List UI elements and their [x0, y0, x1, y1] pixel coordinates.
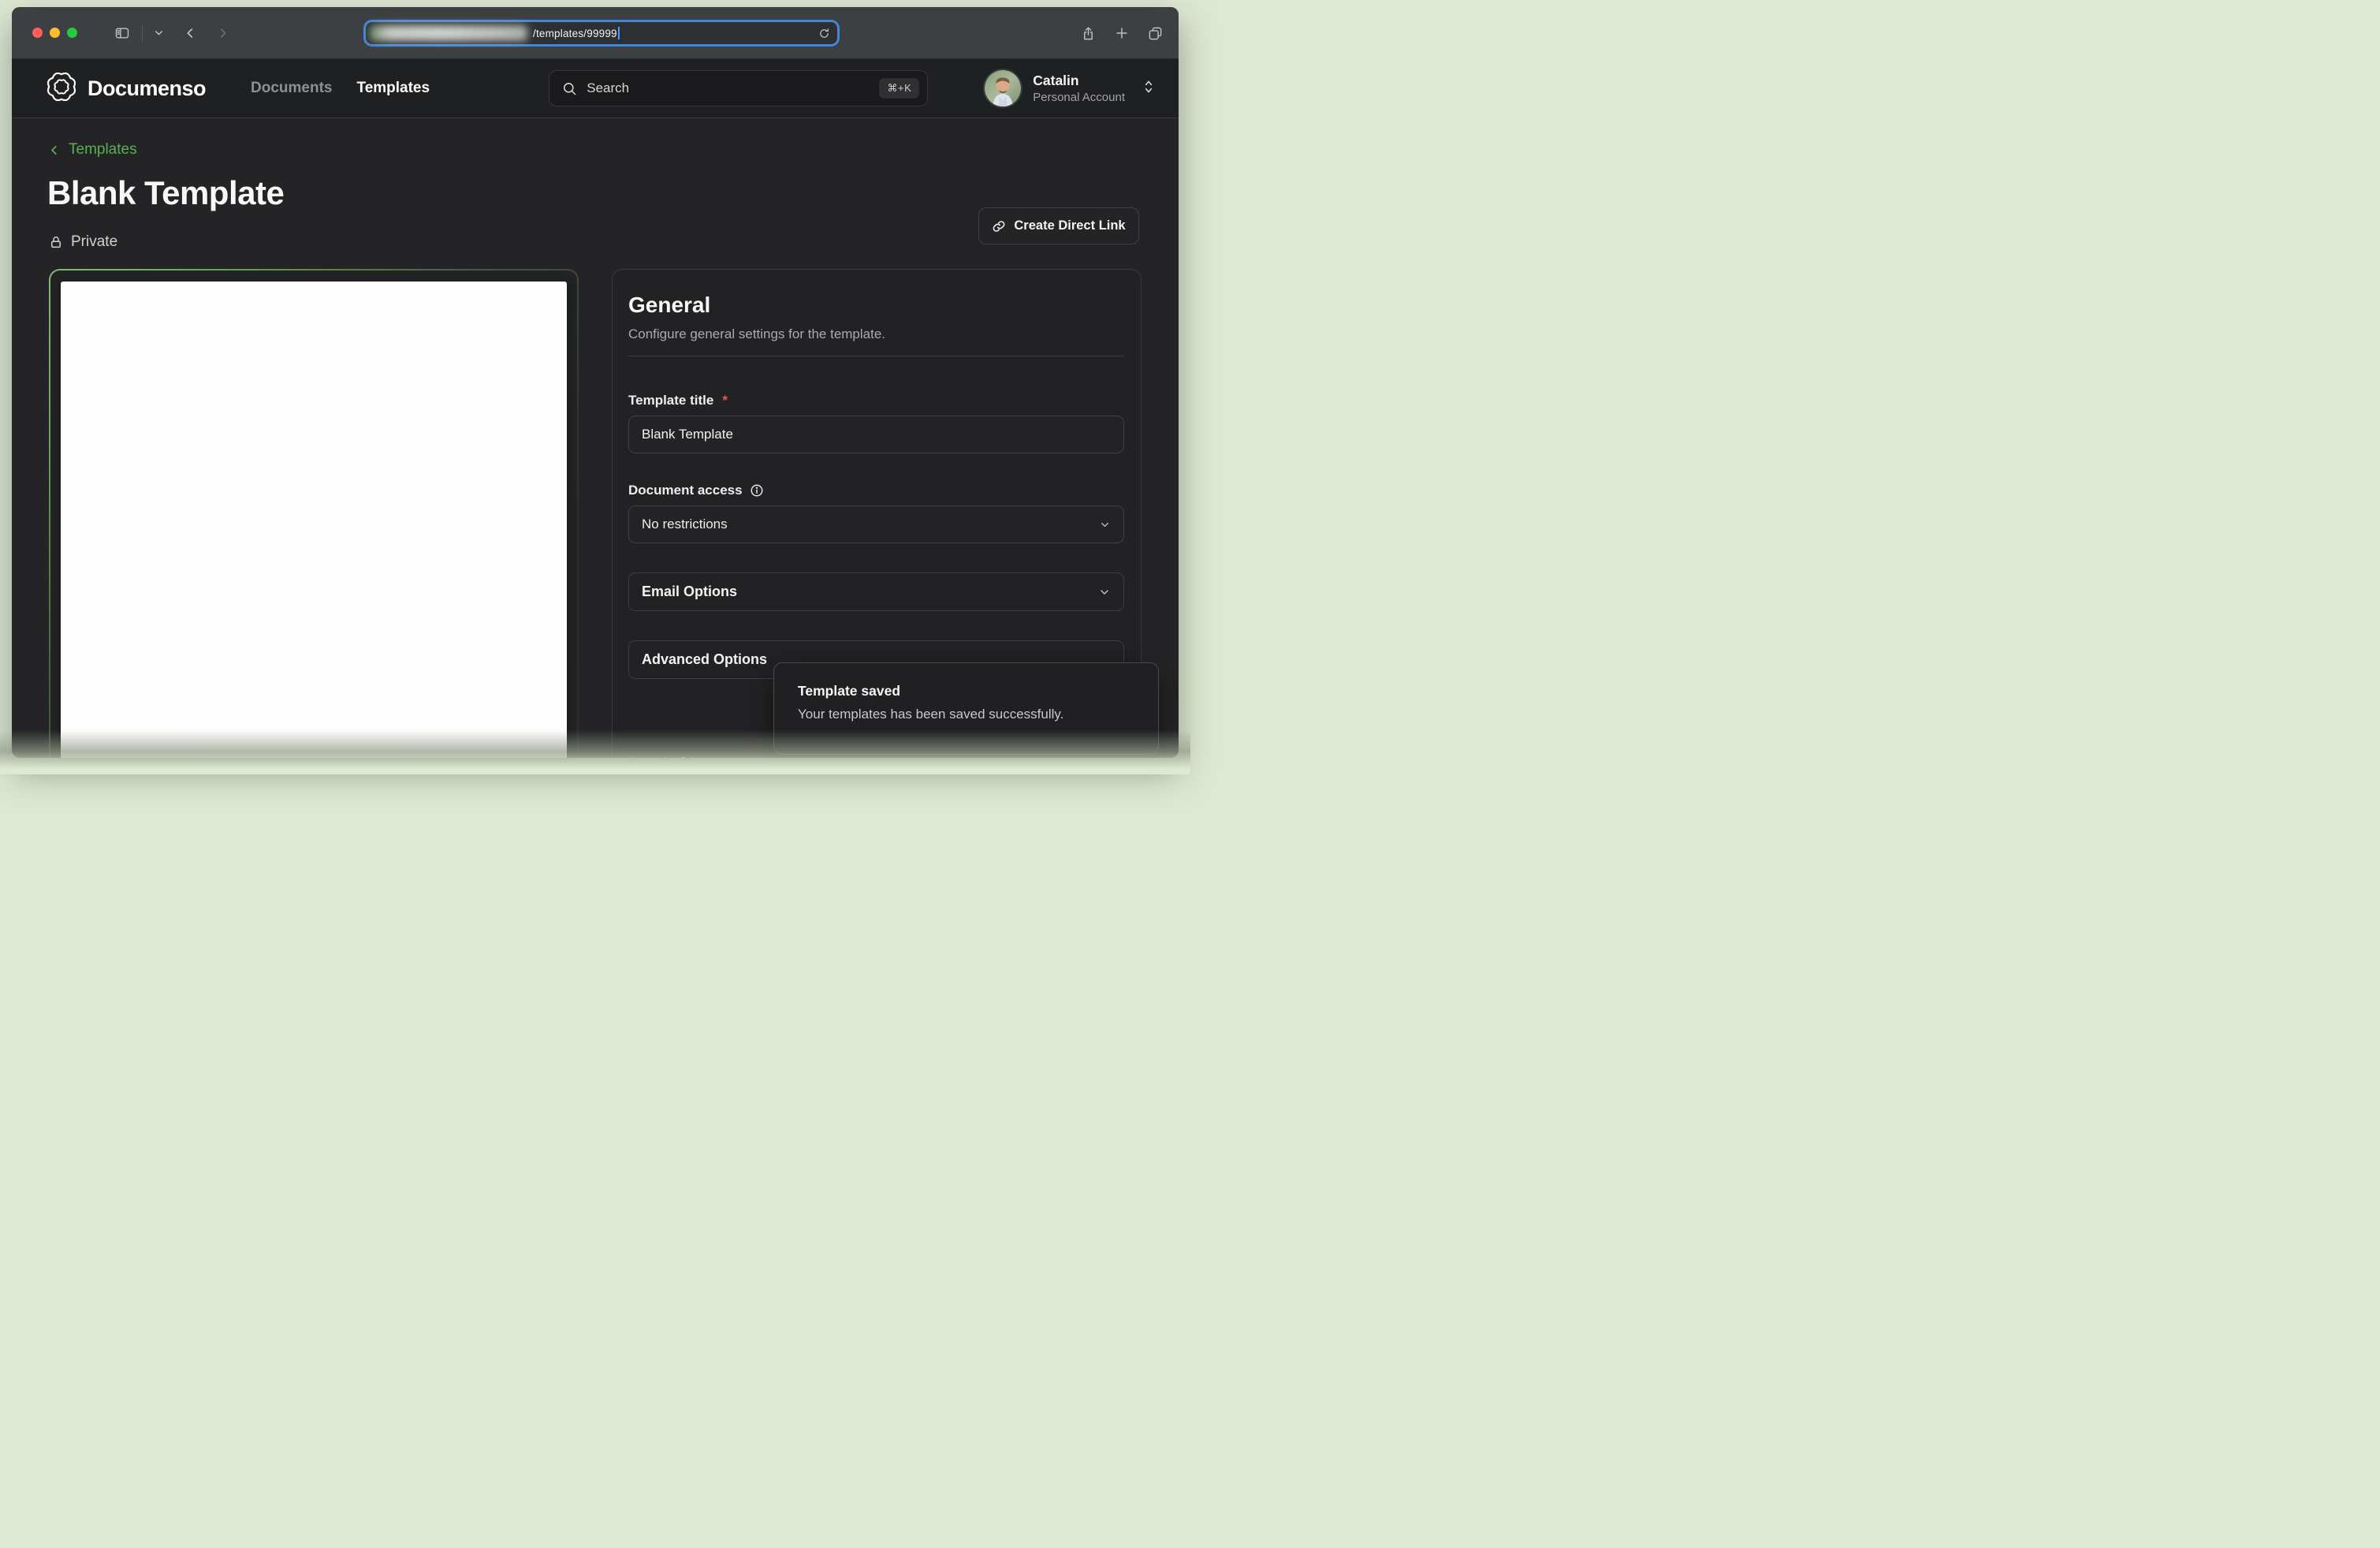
- browser-window: /templates/99999: [12, 7, 1179, 758]
- nav-templates[interactable]: Templates: [357, 80, 430, 97]
- documenso-logo-icon: [46, 71, 77, 106]
- address-bar[interactable]: /templates/99999: [363, 20, 840, 47]
- step-indicator: Step 1 of 3: [628, 755, 696, 758]
- search-shortcut-badge: ⌘+K: [879, 78, 919, 99]
- advanced-options-label: Advanced Options: [642, 651, 767, 668]
- nav-documents[interactable]: Documents: [251, 80, 332, 97]
- toast-notification: Template saved Your templates has been s…: [773, 662, 1159, 755]
- template-title-input[interactable]: [628, 416, 1124, 453]
- toolbar-divider: [142, 24, 143, 42]
- info-icon[interactable]: [750, 483, 764, 498]
- minimize-window-button[interactable]: [50, 28, 60, 38]
- url-path-text: /templates/99999: [533, 27, 620, 39]
- chevron-down-icon: [1099, 519, 1111, 531]
- avatar: [983, 69, 1022, 108]
- app-header: Documenso Documents Templates Search ⌘+K: [12, 59, 1179, 118]
- zoom-window-button[interactable]: [67, 28, 77, 38]
- chevron-left-icon: [49, 143, 60, 158]
- sidebar-toggle-icon[interactable]: [114, 25, 131, 41]
- account-menu[interactable]: Catalin Personal Account: [983, 69, 1155, 108]
- brand[interactable]: Documenso: [46, 71, 206, 106]
- lock-icon: [49, 234, 63, 250]
- create-direct-link-label: Create Direct Link: [1014, 218, 1125, 233]
- document-page: [61, 282, 567, 758]
- traffic-lights: [32, 28, 77, 38]
- visibility-status: Private: [49, 233, 117, 251]
- search-placeholder: Search: [587, 80, 629, 96]
- required-asterisk: *: [722, 393, 728, 408]
- breadcrumb-back-link[interactable]: Templates: [49, 141, 137, 159]
- toast-message: Your templates has been saved successful…: [798, 707, 1134, 722]
- tab-overview-icon[interactable]: [1148, 26, 1163, 41]
- back-button-icon[interactable]: [184, 25, 196, 41]
- search-input[interactable]: Search ⌘+K: [549, 70, 928, 106]
- brand-name: Documenso: [88, 76, 206, 101]
- new-tab-icon[interactable]: [1115, 26, 1129, 40]
- blurred-domain: [370, 25, 527, 41]
- document-preview-card: [49, 269, 579, 758]
- share-icon[interactable]: [1081, 25, 1096, 42]
- reload-icon[interactable]: [818, 28, 830, 39]
- create-direct-link-button[interactable]: Create Direct Link: [978, 207, 1139, 244]
- account-expand-icon: [1142, 79, 1155, 99]
- account-name: Catalin: [1033, 73, 1125, 89]
- email-options-label: Email Options: [642, 584, 737, 600]
- close-window-button[interactable]: [32, 28, 43, 38]
- document-preview-inner: [50, 270, 577, 758]
- visibility-label: Private: [71, 233, 117, 251]
- toast-title: Template saved: [798, 683, 1134, 699]
- link-icon: [992, 219, 1006, 233]
- email-options-toggle[interactable]: Email Options: [628, 573, 1124, 611]
- document-access-value: No restrictions: [642, 517, 728, 532]
- text-caret: [618, 27, 620, 39]
- panel-description: Configure general settings for the templ…: [628, 326, 1124, 342]
- chevron-down-icon: [1098, 586, 1111, 599]
- top-navigation: Documents Templates: [251, 80, 430, 97]
- page-title: Blank Template: [47, 174, 284, 212]
- breadcrumb-label: Templates: [69, 141, 137, 159]
- search-icon: [562, 81, 577, 96]
- browser-titlebar: /templates/99999: [12, 7, 1179, 59]
- document-access-label: Document access: [628, 483, 1124, 498]
- template-title-label: Template title*: [628, 393, 1124, 408]
- tab-group-chevron-icon[interactable]: [154, 28, 164, 38]
- document-access-select[interactable]: No restrictions: [628, 505, 1124, 543]
- forward-button-icon[interactable]: [217, 25, 229, 41]
- panel-title: General: [628, 293, 1124, 318]
- account-type: Personal Account: [1033, 91, 1125, 105]
